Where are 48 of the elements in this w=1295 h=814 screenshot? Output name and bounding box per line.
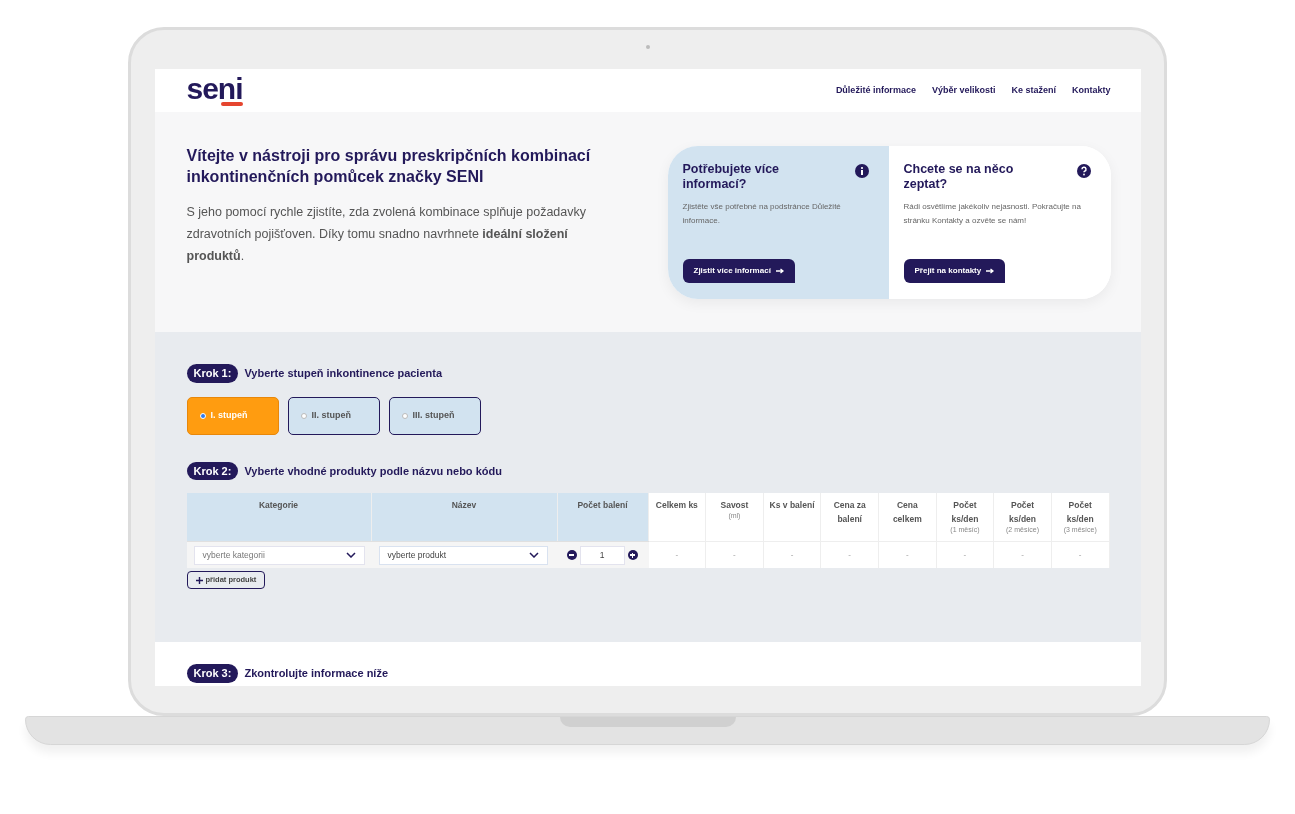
category-select[interactable]: vyberte kategorii [193, 545, 365, 565]
table-cell: - [790, 549, 794, 561]
minus-button[interactable] [566, 550, 577, 560]
plus-icon [195, 576, 203, 584]
step-title: Vyberte vhodné produkty podle názvu nebo kódu [244, 463, 502, 479]
chevron-icon [528, 552, 539, 558]
table-cell: - [733, 549, 736, 561]
step-title: Zkontrolujte informace níže [244, 666, 389, 681]
hero-text: S jeho pomocí rychle zjistíte, zda zvolená kombinace splňuje požadavky zdravotních pojišťoven. Díky tomu snadno navrhnete ideální složení produktů. [186, 204, 588, 265]
card-title: Chcete se na něco zeptat? [903, 162, 1015, 192]
help-icon [1076, 164, 1091, 178]
nav-link[interactable]: Důležité informace [835, 83, 916, 98]
column-header: Kategorie [186, 493, 372, 541]
nav-link[interactable]: Výběr velikosti [931, 83, 996, 98]
table-cell: - [1078, 549, 1082, 561]
arrow-right-icon [775, 268, 784, 274]
radio-icon [199, 412, 206, 419]
radio-icon [300, 412, 307, 419]
logo[interactable]: seni [186, 75, 243, 102]
table-cell: - [905, 549, 909, 561]
hero-title: Vítejte v nástroji pro správu preskripčních kombinací inkontinenčních pomůcek značky SENI [186, 146, 592, 187]
chevron-icon [345, 552, 356, 558]
table-cell: - [675, 549, 679, 561]
card-text: Zjistěte vše potřebné na podstránce Důležité informace. [682, 201, 842, 227]
card-title: Potřebujete více informací? [682, 162, 781, 192]
plus-button[interactable] [627, 550, 638, 560]
arrow-right-icon [986, 268, 995, 274]
card-button[interactable]: Přejít na kontakty [903, 259, 1006, 283]
table-cell: - [1021, 549, 1024, 561]
logo-underline [220, 101, 243, 106]
grade-option[interactable]: III. stupeň [388, 396, 481, 435]
step-badge: Krok 3: [186, 664, 239, 683]
step-title: Vyberte stupeň inkontinence pacienta [244, 366, 443, 381]
grade-option[interactable]: II. stupeň [287, 396, 380, 435]
card-text: Rádi osvětlíme jakékoliv nejasnosti. Pokračujte na stránku Kontakty a ozvěte se nám! [903, 201, 1082, 227]
quantity-field[interactable]: 1 [579, 545, 625, 565]
column-header: Název [371, 493, 558, 541]
nav-link[interactable]: Ke stažení [1011, 83, 1056, 98]
product-select[interactable]: vyberte produkt [378, 545, 548, 565]
radio-icon [401, 412, 408, 419]
table-cell: - [963, 549, 967, 561]
info-icon [854, 164, 869, 178]
card-button[interactable]: Zjistit více informací [682, 259, 795, 283]
table-cell: - [848, 549, 851, 561]
step-badge: Krok 2: [186, 461, 239, 480]
step-badge: Krok 1: [186, 364, 239, 383]
column-header: Počet balení [557, 493, 649, 541]
nav-link[interactable]: Kontakty [1072, 83, 1111, 98]
